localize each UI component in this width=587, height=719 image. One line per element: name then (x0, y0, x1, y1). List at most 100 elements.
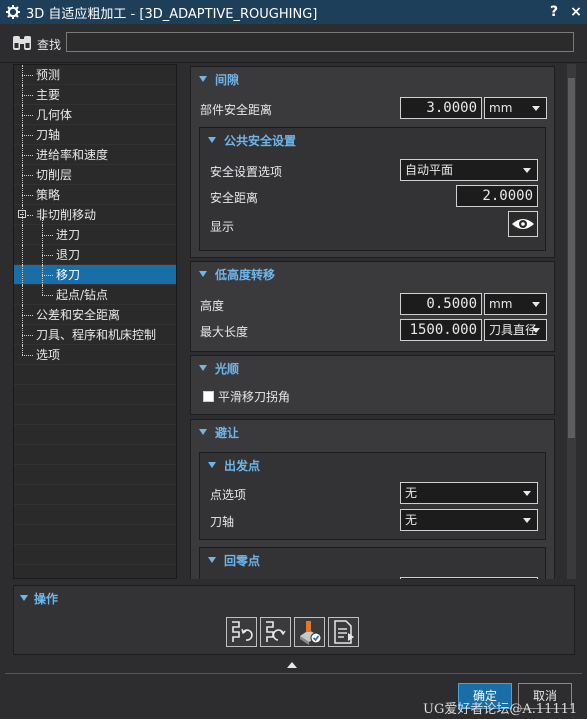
settings-panel: 间隙 部件安全距离 3.0000 mm 公共安全设置 安全设置选项 自动平面 安… (189, 64, 566, 579)
tree-item[interactable]: 刀轴 (14, 125, 176, 145)
replay-icon (266, 621, 286, 642)
tree-item-label: 进刀 (56, 228, 81, 242)
low-height-transfer-header[interactable]: 低高度转移 (191, 262, 554, 286)
part-safe-distance-unit-select[interactable]: mm (484, 97, 547, 119)
avoidance-header[interactable]: 避让 (191, 420, 554, 444)
find-input[interactable] (66, 32, 574, 52)
low-height-transfer-title: 低高度转移 (215, 268, 276, 282)
tree-item[interactable]: 主要 (14, 85, 176, 105)
expand-arrow-icon (199, 365, 207, 371)
tree-connector (22, 225, 23, 245)
smooth-corners-label: 平滑移刀拐角 (218, 390, 291, 404)
tree-item-label: 非切削移动 (36, 208, 97, 222)
tree-item[interactable]: 移刀 (14, 265, 176, 285)
tree-empty-row (14, 465, 176, 485)
smooth-corners-checkbox[interactable] (203, 391, 214, 402)
display-button[interactable] (508, 211, 538, 237)
tree-item[interactable]: 起点/钻点 (14, 285, 176, 305)
help-button[interactable]: ? (543, 4, 565, 20)
tree-empty-row (14, 445, 176, 465)
avoidance-title: 避让 (215, 426, 240, 440)
tree-connector (22, 95, 33, 96)
tree-collapse-icon[interactable] (18, 210, 26, 218)
tree-item[interactable]: 切削层 (14, 165, 176, 185)
max-length-input[interactable]: 1500.000 (400, 319, 482, 341)
chevron-down-icon (532, 302, 540, 307)
unit-value: mm (489, 297, 513, 311)
safety-option-value: 自动平面 (405, 163, 454, 177)
generate-button[interactable] (226, 617, 257, 647)
tree-connector (22, 75, 33, 76)
chevron-down-icon (523, 518, 531, 523)
tree-item[interactable]: 进刀 (14, 225, 176, 245)
max-length-unit-select[interactable]: 刀具直径 (484, 319, 547, 341)
return-point-header[interactable]: 回零点 (200, 548, 545, 572)
expand-arrow-icon (199, 429, 207, 435)
tree-item[interactable]: 刀具、程序和机床控制 (14, 325, 176, 345)
tree-item-label: 切削层 (36, 168, 73, 182)
common-safety-settings-title: 公共安全设置 (224, 134, 297, 148)
tree-item[interactable]: 退刀 (14, 245, 176, 265)
tree-item[interactable]: 预测 (14, 65, 176, 85)
tree-item[interactable]: 公差和安全距离 (14, 305, 176, 325)
tree-connector (27, 215, 33, 216)
low-height-transfer-group: 低高度转移 高度 0.5000 mm 最大长度 1500.000 刀具直径 (190, 261, 555, 352)
chevron-down-icon (523, 168, 531, 173)
clearance-group-header[interactable]: 间隙 (191, 67, 554, 91)
tree-item-label: 刀具、程序和机床控制 (36, 328, 157, 342)
expand-arrow-icon (199, 271, 207, 277)
point-option-value: 无 (405, 486, 418, 500)
part-safe-distance-label: 部件安全距离 (200, 103, 273, 117)
part-safe-distance-input[interactable]: 3.0000 (400, 97, 482, 119)
tree-connector (42, 235, 53, 236)
tree-item[interactable]: 选项 (14, 345, 176, 365)
verify-button[interactable] (294, 617, 325, 647)
tree-connector (22, 135, 33, 136)
replay-button[interactable] (260, 617, 291, 647)
height-unit-select[interactable]: mm (484, 293, 547, 315)
tree-item-label: 退刀 (56, 248, 81, 262)
tree-item-label: 主要 (36, 88, 61, 102)
tree-item[interactable]: 几何体 (14, 105, 176, 125)
watermark: UG爱好者论坛@A.11111 (423, 702, 578, 717)
collapse-arrow-icon[interactable] (287, 662, 297, 668)
tree-empty-row (14, 505, 176, 525)
verify-icon (300, 621, 322, 645)
safety-option-label: 安全设置选项 (210, 165, 283, 179)
common-safety-settings-header[interactable]: 公共安全设置 (200, 128, 545, 152)
expand-arrow-icon (208, 557, 216, 563)
smoothing-title: 光顺 (215, 362, 240, 376)
tree-connector (22, 155, 33, 156)
close-button[interactable]: × (565, 4, 587, 20)
tool-axis-select[interactable]: 无 (400, 509, 538, 531)
list-button[interactable] (328, 617, 359, 647)
display-label: 显示 (210, 220, 235, 234)
tree-item[interactable]: 非切削移动 (14, 205, 176, 225)
safety-option-select[interactable]: 自动平面 (400, 159, 538, 181)
point-option-select[interactable]: 无 (400, 482, 538, 504)
tree-item-label: 进给率和速度 (36, 148, 109, 162)
height-input[interactable]: 0.5000 (400, 293, 482, 315)
tree-connector (22, 355, 33, 356)
gear-icon (6, 5, 20, 19)
common-safety-settings-group: 公共安全设置 安全设置选项 自动平面 安全距离 2.0000 显示 (199, 127, 546, 251)
return-point-select[interactable] (400, 577, 538, 579)
tree-empty-row (14, 365, 176, 385)
tree-empty-row (14, 485, 176, 505)
tool-axis-value: 无 (405, 513, 418, 527)
return-point-group: 回零点 (199, 547, 546, 579)
operations-group: 操作 (13, 585, 575, 655)
from-point-header[interactable]: 出发点 (200, 453, 545, 477)
safe-distance-input[interactable]: 2.0000 (456, 185, 538, 207)
tree-item[interactable]: 策略 (14, 185, 176, 205)
expand-arrow-icon (20, 595, 28, 601)
tree-item-label: 几何体 (36, 108, 73, 122)
tree-item[interactable]: 进给率和速度 (14, 145, 176, 165)
chevron-down-icon (532, 106, 540, 111)
smoothing-header[interactable]: 光顺 (191, 356, 554, 380)
tree-item-label: 选项 (36, 348, 61, 362)
scrollbar-thumb[interactable] (568, 78, 575, 438)
tree-item-label: 公差和安全距离 (36, 308, 121, 322)
tree-item-label: 预测 (36, 68, 61, 82)
panel-scrollbar[interactable] (567, 64, 576, 579)
